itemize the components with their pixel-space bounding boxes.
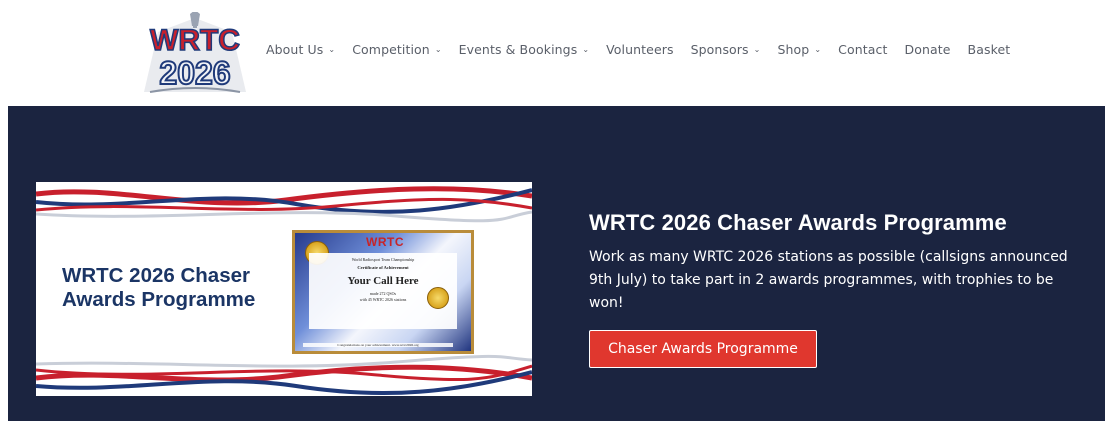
banner-title: WRTC 2026 Chaser Awards Programme xyxy=(62,264,256,311)
certificate-org: World Radiosport Team Championship xyxy=(351,257,415,262)
nav-item-volunteers[interactable]: Volunteers xyxy=(606,42,673,57)
chevron-down-icon: ⌄ xyxy=(582,45,590,54)
wrtc-logo-graphic: WRTC 2026 xyxy=(144,10,246,93)
nav-item-about-us[interactable]: About Us ⌄ xyxy=(266,42,335,57)
chevron-down-icon: ⌄ xyxy=(328,45,336,54)
certificate-logo: WRTC xyxy=(366,235,404,249)
medal-icon xyxy=(427,287,449,309)
hero-title: WRTC 2026 Chaser Awards Programme xyxy=(589,210,1007,235)
main-nav: About Us ⌄ Competition ⌄ Events & Bookings… xyxy=(266,42,1010,57)
nav-item-competition[interactable]: Competition ⌄ xyxy=(352,42,441,57)
chevron-down-icon: ⌄ xyxy=(434,45,442,54)
hero-text: WRTC 2026 Chaser Awards Programme Work a… xyxy=(589,210,1089,315)
chevron-down-icon: ⌄ xyxy=(753,45,761,54)
nav-item-donate[interactable]: Donate xyxy=(904,42,950,57)
nav-label: Volunteers xyxy=(606,42,674,57)
chevron-down-icon: ⌄ xyxy=(814,45,822,54)
certificate-image: WRTC World Radiosport Team Championship … xyxy=(292,230,474,354)
certificate-footer: Congratulations on your achievement. www… xyxy=(303,343,453,347)
chaser-awards-button[interactable]: Chaser Awards Programme xyxy=(589,330,817,368)
certificate-heading: Certificate of Achievement xyxy=(357,265,409,270)
logo-text-bottom: 2026 xyxy=(159,55,230,91)
nav-label: About Us xyxy=(266,42,324,57)
logo-text-top: WRTC xyxy=(150,24,240,57)
nav-label: Shop xyxy=(777,42,810,57)
nav-label: Donate xyxy=(904,42,951,57)
wrtc-logo[interactable]: WRTC 2026 xyxy=(140,10,250,98)
nav-item-shop[interactable]: Shop ⌄ xyxy=(777,42,821,57)
nav-item-sponsors[interactable]: Sponsors ⌄ xyxy=(691,42,761,57)
nav-label: Competition xyxy=(352,42,430,57)
nav-label: Sponsors xyxy=(690,42,749,57)
hero-description: Work as many WRTC 2026 stations as possi… xyxy=(589,249,1068,311)
nav-item-contact[interactable]: Contact xyxy=(838,42,887,57)
nav-label: Contact xyxy=(838,42,888,57)
nav-label: Events & Bookings xyxy=(458,42,578,57)
nav-label: Basket xyxy=(967,42,1011,57)
chaser-awards-banner[interactable]: WRTC 2026 Chaser Awards Programme WRTC W… xyxy=(36,182,532,396)
certificate-callsign: Your Call Here xyxy=(347,275,419,287)
nav-item-basket[interactable]: Basket xyxy=(968,42,1011,57)
nav-item-events-bookings[interactable]: Events & Bookings ⌄ xyxy=(459,42,589,57)
site-header: WRTC 2026 About Us ⌄ Competition ⌄ Events … xyxy=(0,0,1109,106)
